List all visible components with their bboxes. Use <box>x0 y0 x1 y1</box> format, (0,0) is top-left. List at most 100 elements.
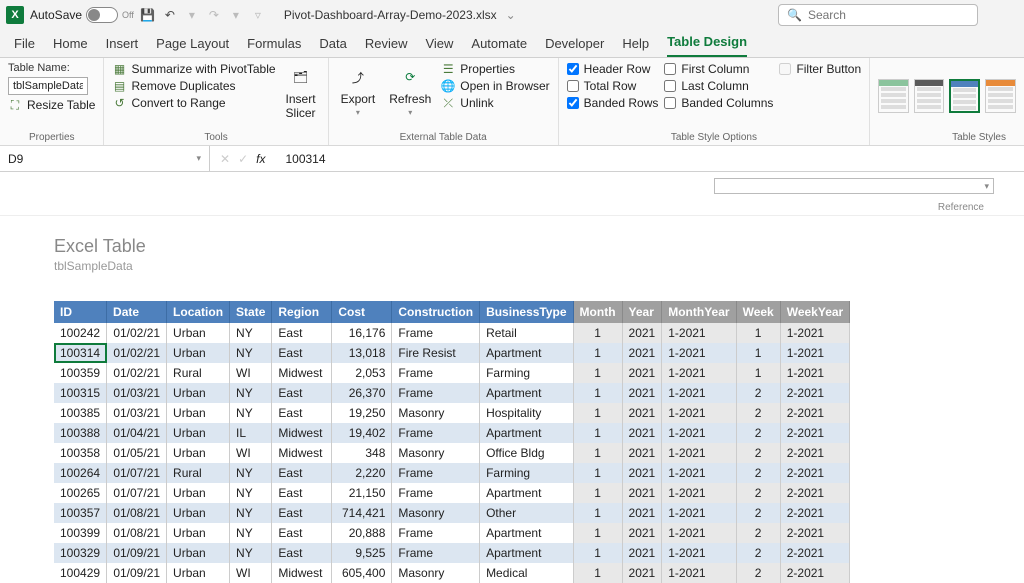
table-cell[interactable]: 1 <box>573 363 622 383</box>
table-row[interactable]: 10038801/04/21UrbanILMidwest19,402FrameA… <box>54 423 850 443</box>
table-cell[interactable]: 1-2021 <box>662 543 736 563</box>
table-cell[interactable]: 2-2021 <box>780 503 850 523</box>
table-cell[interactable]: 01/05/21 <box>107 443 167 463</box>
table-style-thumb[interactable] <box>914 79 945 113</box>
table-cell[interactable]: 2 <box>736 463 780 483</box>
table-cell[interactable]: Retail <box>480 323 573 343</box>
table-row[interactable]: 10031401/02/21UrbanNYEast13,018Fire Resi… <box>54 343 850 363</box>
table-cell[interactable]: WI <box>230 563 272 583</box>
tab-developer[interactable]: Developer <box>545 36 604 57</box>
table-cell[interactable]: 2 <box>736 443 780 463</box>
table-row[interactable]: 10039901/08/21UrbanNYEast20,888FrameApar… <box>54 523 850 543</box>
table-cell[interactable]: 1-2021 <box>662 403 736 423</box>
accept-formula-icon[interactable]: ✓ <box>238 152 248 166</box>
table-cell[interactable]: 2021 <box>622 543 662 563</box>
table-cell[interactable]: 19,250 <box>332 403 392 423</box>
table-cell[interactable]: Rural <box>167 463 230 483</box>
table-cell[interactable]: 2 <box>736 543 780 563</box>
table-cell[interactable]: Frame <box>392 323 480 343</box>
table-cell[interactable]: 714,421 <box>332 503 392 523</box>
table-cell[interactable]: NY <box>230 543 272 563</box>
table-cell[interactable]: 605,400 <box>332 563 392 583</box>
table-cell[interactable]: 2-2021 <box>780 463 850 483</box>
table-cell[interactable]: Urban <box>167 323 230 343</box>
banded-rows-checkbox[interactable]: Banded Rows <box>567 96 659 110</box>
table-row[interactable]: 10026501/07/21UrbanNYEast21,150FrameApar… <box>54 483 850 503</box>
column-header[interactable]: Construction <box>392 301 480 323</box>
last-column-checkbox[interactable]: Last Column <box>664 79 773 93</box>
table-cell[interactable]: 1-2021 <box>780 363 850 383</box>
refresh-button[interactable]: ⟳Refresh▾ <box>385 62 435 119</box>
table-cell[interactable]: 100359 <box>54 363 107 383</box>
table-cell[interactable]: Masonry <box>392 443 480 463</box>
undo-dropdown-icon[interactable]: ▾ <box>184 7 200 23</box>
qat-more-icon[interactable]: ▿ <box>250 7 266 23</box>
table-cell[interactable]: 1 <box>736 323 780 343</box>
table-cell[interactable]: 100358 <box>54 443 107 463</box>
header-row-checkbox[interactable]: Header Row <box>567 62 659 76</box>
table-cell[interactable]: 2021 <box>622 563 662 583</box>
table-cell[interactable]: 2 <box>736 423 780 443</box>
table-cell[interactable]: 2021 <box>622 503 662 523</box>
table-cell[interactable]: 2,220 <box>332 463 392 483</box>
table-cell[interactable]: NY <box>230 403 272 423</box>
column-header[interactable]: Region <box>272 301 332 323</box>
table-cell[interactable]: WI <box>230 363 272 383</box>
table-cell[interactable]: 100385 <box>54 403 107 423</box>
table-cell[interactable]: Apartment <box>480 383 573 403</box>
table-cell[interactable]: Masonry <box>392 503 480 523</box>
table-cell[interactable]: 2021 <box>622 363 662 383</box>
filter-button-checkbox[interactable]: Filter Button <box>779 62 861 76</box>
table-cell[interactable]: 2 <box>736 523 780 543</box>
tab-home[interactable]: Home <box>53 36 88 57</box>
table-cell[interactable]: Midwest <box>272 563 332 583</box>
table-cell[interactable]: 1 <box>573 443 622 463</box>
resize-table-button[interactable]: ⛶Resize Table <box>8 98 95 112</box>
table-cell[interactable]: 2-2021 <box>780 423 850 443</box>
column-header[interactable]: WeekYear <box>780 301 850 323</box>
column-header[interactable]: Week <box>736 301 780 323</box>
table-cell[interactable]: WI <box>230 443 272 463</box>
table-row[interactable]: 10042901/09/21UrbanWIMidwest605,400Mason… <box>54 563 850 583</box>
table-cell[interactable]: Frame <box>392 483 480 503</box>
table-style-thumb[interactable] <box>985 79 1016 113</box>
table-cell[interactable]: 1-2021 <box>662 363 736 383</box>
tab-help[interactable]: Help <box>622 36 649 57</box>
table-row[interactable]: 10035801/05/21UrbanWIMidwest348MasonryOf… <box>54 443 850 463</box>
table-cell[interactable]: 2021 <box>622 383 662 403</box>
total-row-checkbox[interactable]: Total Row <box>567 79 659 93</box>
table-cell[interactable]: 2-2021 <box>780 383 850 403</box>
table-cell[interactable]: Urban <box>167 403 230 423</box>
table-style-thumb[interactable] <box>949 79 980 113</box>
table-cell[interactable]: 01/04/21 <box>107 423 167 443</box>
tab-view[interactable]: View <box>425 36 453 57</box>
table-cell[interactable]: 1-2021 <box>662 563 736 583</box>
table-cell[interactable]: 01/02/21 <box>107 363 167 383</box>
table-cell[interactable]: 1-2021 <box>780 323 850 343</box>
table-cell[interactable]: 2 <box>736 403 780 423</box>
filename[interactable]: Pivot-Dashboard-Array-Demo-2023.xlsx <box>284 8 497 22</box>
table-cell[interactable]: 100329 <box>54 543 107 563</box>
table-cell[interactable]: East <box>272 323 332 343</box>
table-cell[interactable]: 2 <box>736 563 780 583</box>
table-cell[interactable]: 2021 <box>622 483 662 503</box>
table-cell[interactable]: 1 <box>573 423 622 443</box>
table-cell[interactable]: 2021 <box>622 323 662 343</box>
table-cell[interactable]: 2021 <box>622 423 662 443</box>
table-cell[interactable]: Apartment <box>480 483 573 503</box>
table-cell[interactable]: Farming <box>480 463 573 483</box>
column-header[interactable]: Year <box>622 301 662 323</box>
table-cell[interactable]: Frame <box>392 523 480 543</box>
table-cell[interactable]: 26,370 <box>332 383 392 403</box>
column-header[interactable]: BusinessType <box>480 301 573 323</box>
table-cell[interactable]: Frame <box>392 463 480 483</box>
table-cell[interactable]: NY <box>230 383 272 403</box>
table-row[interactable]: 10026401/07/21RuralNYEast2,220FrameFarmi… <box>54 463 850 483</box>
table-cell[interactable]: 1 <box>573 403 622 423</box>
tab-page-layout[interactable]: Page Layout <box>156 36 229 57</box>
table-cell[interactable]: Frame <box>392 543 480 563</box>
table-cell[interactable]: 1-2021 <box>662 443 736 463</box>
table-cell[interactable]: Midwest <box>272 443 332 463</box>
table-cell[interactable]: 100388 <box>54 423 107 443</box>
table-cell[interactable]: 01/09/21 <box>107 543 167 563</box>
